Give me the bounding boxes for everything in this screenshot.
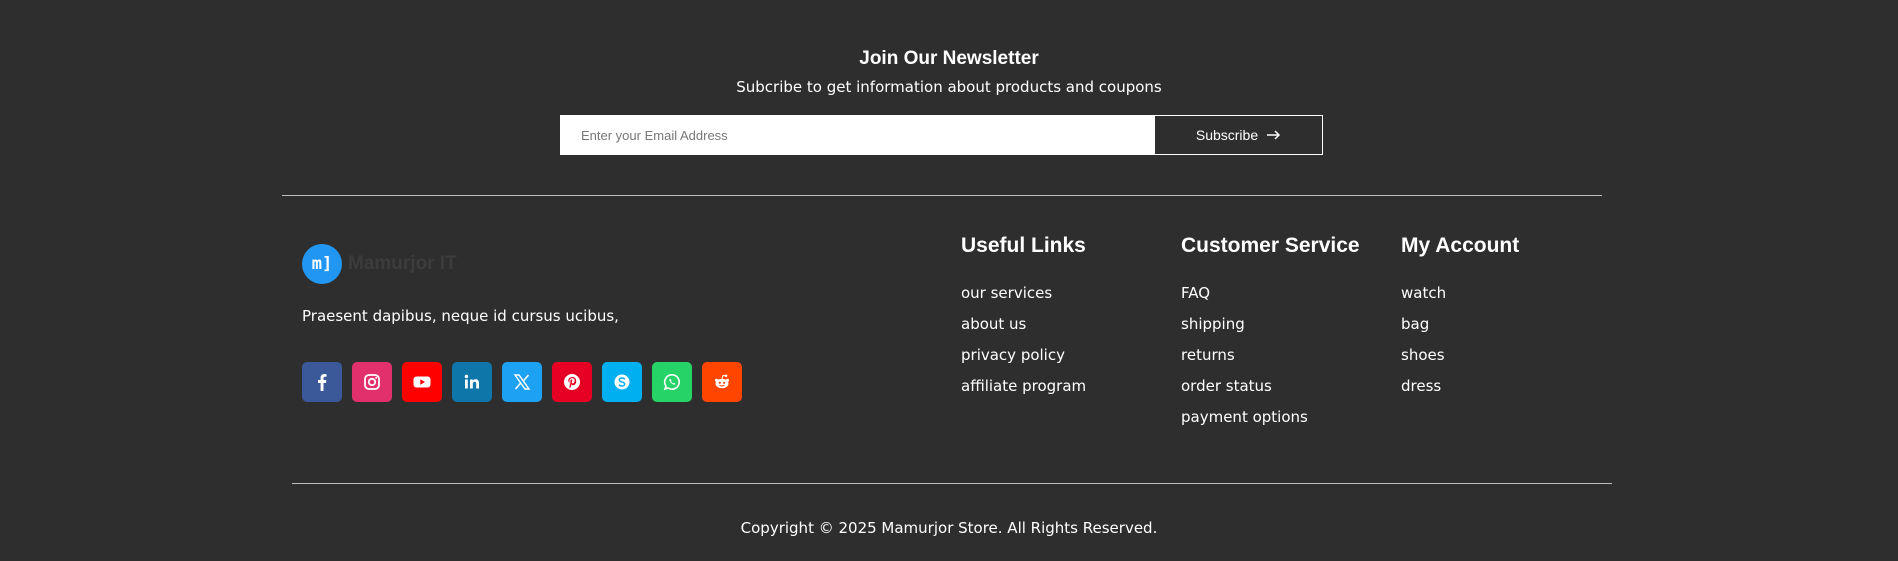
footer-link[interactable]: returns [1181, 345, 1360, 376]
whatsapp-icon[interactable] [652, 362, 692, 402]
footer-link[interactable]: about us [961, 314, 1086, 345]
copyright-text: Copyright © 2025 Mamurjor Store. All Rig… [740, 519, 1158, 537]
subscribe-button-label: Subscribe [1195, 127, 1259, 143]
customer-service-title: Customer Service [1181, 234, 1360, 257]
divider-bottom [292, 483, 1612, 484]
social-links [302, 362, 742, 402]
footer-link[interactable]: bag [1401, 314, 1519, 345]
footer-link[interactable]: order status [1181, 376, 1360, 407]
footer-link[interactable]: privacy policy [961, 345, 1086, 376]
brand[interactable]: m] Mamurjor IT [302, 244, 457, 284]
footer-link[interactable]: affiliate program [961, 376, 1086, 407]
x-icon[interactable] [502, 362, 542, 402]
facebook-icon[interactable] [302, 362, 342, 402]
newsletter-form: Subscribe [560, 115, 1323, 155]
pinterest-icon[interactable] [552, 362, 592, 402]
newsletter-subtitle: Subcribe to get information about produc… [736, 78, 1162, 96]
footer-section: Join Our Newsletter Subcribe to get info… [0, 0, 1898, 561]
newsletter-title: Join Our Newsletter [859, 48, 1039, 69]
instagram-icon[interactable] [352, 362, 392, 402]
useful-links-column: Useful Links our services about us priva… [961, 234, 1086, 407]
linkedin-icon[interactable] [452, 362, 492, 402]
skype-icon[interactable] [602, 362, 642, 402]
arrow-right-icon [1267, 127, 1281, 143]
subscribe-button[interactable]: Subscribe [1154, 115, 1323, 155]
footer-link[interactable]: shoes [1401, 345, 1519, 376]
my-account-title: My Account [1401, 234, 1520, 257]
youtube-icon[interactable] [402, 362, 442, 402]
my-account-column: My Account watch bag shoes dress [1401, 234, 1519, 407]
footer-link[interactable]: our services [961, 283, 1086, 314]
brand-name: Mamurjor IT [348, 253, 457, 274]
footer-link[interactable]: FAQ [1181, 283, 1360, 314]
reddit-icon[interactable] [702, 362, 742, 402]
useful-links-title: Useful Links [961, 234, 1086, 257]
brand-description: Praesent dapibus, neque id cursus ucibus… [302, 307, 619, 325]
footer-link[interactable]: shipping [1181, 314, 1360, 345]
footer-link[interactable]: dress [1401, 376, 1519, 407]
divider-top [282, 195, 1602, 196]
email-input[interactable] [560, 115, 1154, 155]
footer-link[interactable]: payment options [1181, 407, 1360, 438]
brand-logo: m] [302, 244, 342, 284]
footer-link[interactable]: watch [1401, 283, 1519, 314]
customer-service-column: Customer Service FAQ shipping returns or… [1181, 234, 1360, 438]
